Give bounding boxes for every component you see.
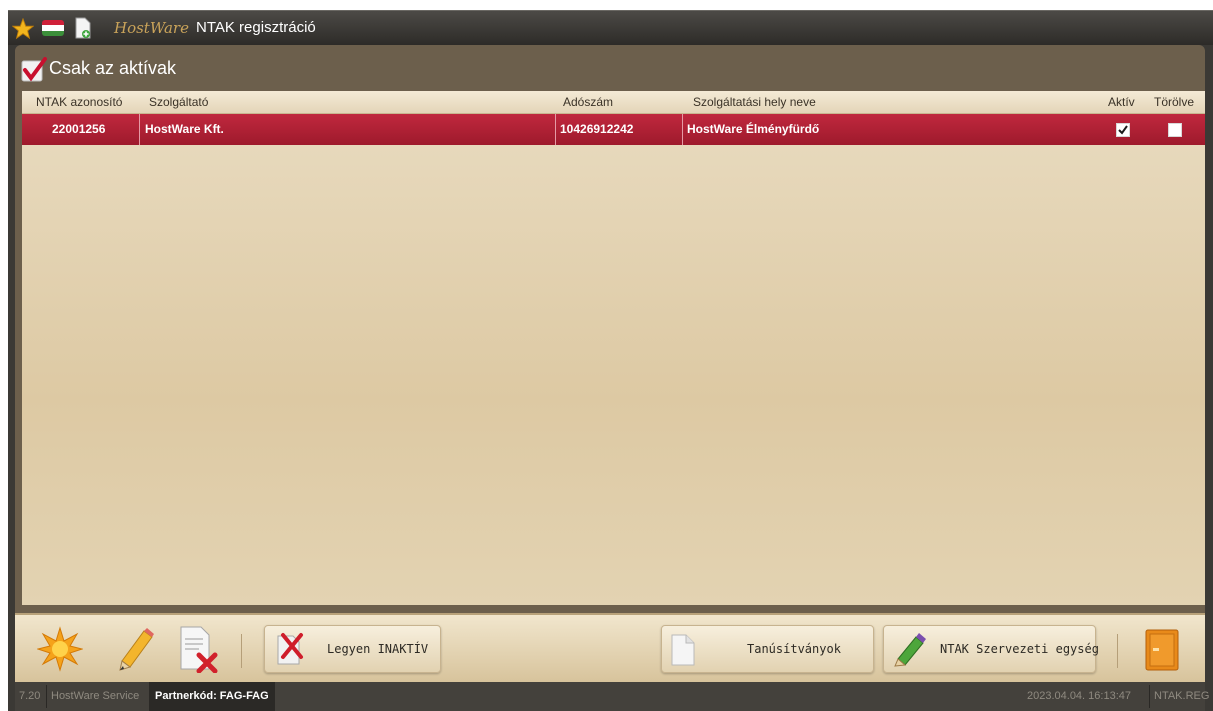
cell-place-name: HostWare Élményfürdő (687, 122, 820, 136)
star-icon[interactable] (12, 18, 34, 40)
bottom-toolbar: Legyen INAKTÍV Tanúsítványok NTAK Szerve… (15, 613, 1205, 683)
checkmark-icon (1118, 125, 1128, 135)
cell-divider (682, 114, 683, 145)
deleted-checkbox[interactable] (1168, 123, 1182, 137)
main-panel: Csak az aktívak NTAK azonosító Szolgálta… (15, 45, 1205, 613)
column-header-provider[interactable]: Szolgáltató (149, 91, 208, 113)
cell-ntak-id: 22001256 (52, 122, 106, 136)
document-add-icon[interactable] (74, 17, 92, 39)
toolbar-divider (241, 634, 242, 668)
edit-pencil-icon[interactable] (112, 625, 156, 671)
active-checkbox[interactable] (1116, 123, 1130, 137)
org-unit-pencil-icon (894, 633, 926, 667)
active-only-filter[interactable]: Csak az aktívak (21, 55, 321, 85)
new-star-icon[interactable] (37, 626, 83, 672)
exit-door-icon[interactable] (1144, 628, 1180, 672)
certificates-button[interactable]: Tanúsítványok (661, 625, 874, 673)
hungarian-flag-icon[interactable] (42, 20, 64, 36)
status-bar: 7.20 HostWare Service Partnerkód: FAG-FA… (15, 682, 1209, 711)
column-header-place-name[interactable]: Szolgáltatási hely neve (693, 91, 816, 113)
active-only-label: Csak az aktívak (49, 58, 177, 78)
partner-code-label: Partnerkód: FAG-FAG (149, 682, 275, 711)
service-label: HostWare Service (51, 690, 140, 702)
module-code-label: NTAK.REG (1154, 690, 1210, 702)
org-unit-label: NTAK Szervezeti egység (940, 642, 1099, 656)
table-header: NTAK azonosító Szolgáltató Adószám Szolg… (22, 91, 1205, 114)
certificates-label: Tanúsítványok (747, 642, 841, 656)
cell-tax-number: 10426912242 (560, 122, 634, 136)
org-unit-button[interactable]: NTAK Szervezeti egység (883, 625, 1099, 673)
window-title: NTAK regisztráció (196, 19, 316, 36)
deactivate-document-icon (277, 633, 303, 665)
cell-divider (139, 114, 140, 145)
status-divider (46, 685, 47, 708)
column-header-ntak-id[interactable]: NTAK azonosító (36, 91, 122, 113)
column-header-tax-number[interactable]: Adószám (563, 91, 613, 113)
delete-document-icon[interactable] (175, 625, 221, 673)
set-inactive-button[interactable]: Legyen INAKTÍV (264, 625, 441, 673)
app-window: HostWare NTAK regisztráció Csak az aktív… (8, 10, 1213, 711)
set-inactive-label: Legyen INAKTÍV (327, 642, 429, 656)
table-row[interactable]: 22001256 HostWare Kft. 10426912242 HostW… (22, 114, 1205, 145)
column-header-active[interactable]: Aktív (1108, 91, 1135, 113)
checkmark-icon[interactable] (21, 57, 47, 83)
status-divider (1149, 685, 1150, 708)
cell-divider (555, 114, 556, 145)
toolbar-divider (1117, 634, 1118, 668)
title-bar: HostWare NTAK regisztráció (8, 10, 1213, 45)
cell-provider: HostWare Kft. (145, 122, 224, 136)
certificate-document-icon (671, 634, 695, 666)
column-header-deleted[interactable]: Törölve (1154, 91, 1194, 113)
datetime-label: 2023.04.04. 16:13:47 (1027, 690, 1131, 702)
brand-logo: HostWare (114, 19, 189, 37)
version-label: 7.20 (19, 690, 41, 702)
ntak-registration-table[interactable]: NTAK azonosító Szolgáltató Adószám Szolg… (22, 91, 1205, 605)
